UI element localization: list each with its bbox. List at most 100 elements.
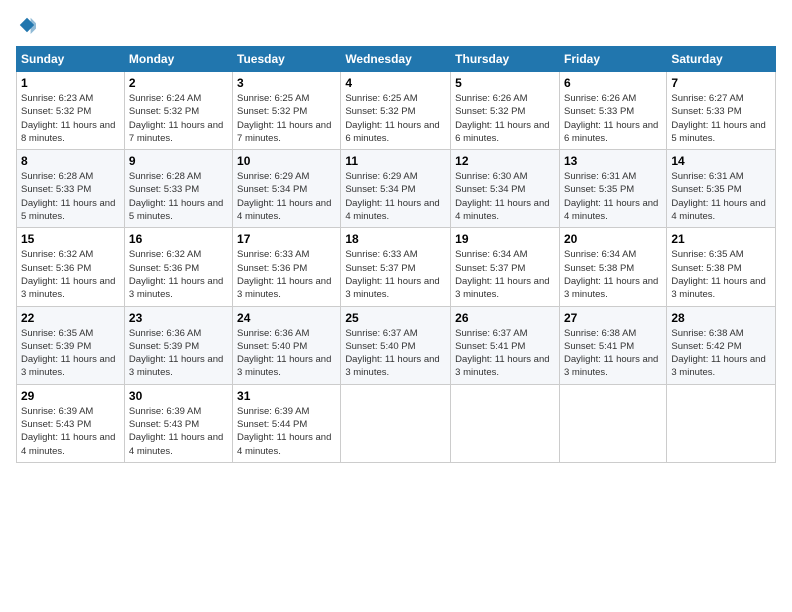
day-detail: Sunrise: 6:39 AM Sunset: 5:43 PM Dayligh… [21, 406, 115, 457]
header-monday: Monday [124, 47, 232, 72]
calendar-cell: 18 Sunrise: 6:33 AM Sunset: 5:37 PM Dayl… [341, 228, 451, 306]
day-number: 24 [237, 311, 336, 325]
day-detail: Sunrise: 6:25 AM Sunset: 5:32 PM Dayligh… [237, 93, 331, 144]
day-detail: Sunrise: 6:29 AM Sunset: 5:34 PM Dayligh… [237, 171, 331, 222]
calendar-cell: 2 Sunrise: 6:24 AM Sunset: 5:32 PM Dayli… [124, 72, 232, 150]
day-number: 29 [21, 389, 120, 403]
day-detail: Sunrise: 6:33 AM Sunset: 5:37 PM Dayligh… [345, 249, 439, 300]
calendar-cell: 20 Sunrise: 6:34 AM Sunset: 5:38 PM Dayl… [559, 228, 666, 306]
day-number: 31 [237, 389, 336, 403]
day-number: 6 [564, 76, 662, 90]
day-number: 7 [671, 76, 771, 90]
calendar-body: 1 Sunrise: 6:23 AM Sunset: 5:32 PM Dayli… [17, 72, 776, 463]
day-detail: Sunrise: 6:27 AM Sunset: 5:33 PM Dayligh… [671, 93, 765, 144]
calendar-cell: 16 Sunrise: 6:32 AM Sunset: 5:36 PM Dayl… [124, 228, 232, 306]
day-detail: Sunrise: 6:34 AM Sunset: 5:38 PM Dayligh… [564, 249, 658, 300]
calendar-cell: 4 Sunrise: 6:25 AM Sunset: 5:32 PM Dayli… [341, 72, 451, 150]
calendar-cell [451, 384, 560, 462]
day-detail: Sunrise: 6:32 AM Sunset: 5:36 PM Dayligh… [21, 249, 115, 300]
day-number: 25 [345, 311, 446, 325]
calendar-cell: 12 Sunrise: 6:30 AM Sunset: 5:34 PM Dayl… [451, 150, 560, 228]
calendar-cell: 17 Sunrise: 6:33 AM Sunset: 5:36 PM Dayl… [233, 228, 341, 306]
day-detail: Sunrise: 6:37 AM Sunset: 5:41 PM Dayligh… [455, 328, 549, 379]
calendar-cell: 8 Sunrise: 6:28 AM Sunset: 5:33 PM Dayli… [17, 150, 125, 228]
page-header [16, 16, 776, 34]
calendar-cell: 26 Sunrise: 6:37 AM Sunset: 5:41 PM Dayl… [451, 306, 560, 384]
day-number: 23 [129, 311, 228, 325]
day-detail: Sunrise: 6:38 AM Sunset: 5:41 PM Dayligh… [564, 328, 658, 379]
day-detail: Sunrise: 6:26 AM Sunset: 5:32 PM Dayligh… [455, 93, 549, 144]
calendar-week-3: 15 Sunrise: 6:32 AM Sunset: 5:36 PM Dayl… [17, 228, 776, 306]
day-detail: Sunrise: 6:36 AM Sunset: 5:40 PM Dayligh… [237, 328, 331, 379]
calendar-cell: 23 Sunrise: 6:36 AM Sunset: 5:39 PM Dayl… [124, 306, 232, 384]
header-thursday: Thursday [451, 47, 560, 72]
day-detail: Sunrise: 6:35 AM Sunset: 5:39 PM Dayligh… [21, 328, 115, 379]
day-number: 26 [455, 311, 555, 325]
calendar-cell [559, 384, 666, 462]
header-sunday: Sunday [17, 47, 125, 72]
logo [16, 16, 36, 34]
calendar-cell: 29 Sunrise: 6:39 AM Sunset: 5:43 PM Dayl… [17, 384, 125, 462]
day-number: 21 [671, 232, 771, 246]
calendar-cell: 27 Sunrise: 6:38 AM Sunset: 5:41 PM Dayl… [559, 306, 666, 384]
day-detail: Sunrise: 6:25 AM Sunset: 5:32 PM Dayligh… [345, 93, 439, 144]
calendar-cell: 28 Sunrise: 6:38 AM Sunset: 5:42 PM Dayl… [667, 306, 776, 384]
day-number: 10 [237, 154, 336, 168]
day-detail: Sunrise: 6:24 AM Sunset: 5:32 PM Dayligh… [129, 93, 223, 144]
calendar-cell: 3 Sunrise: 6:25 AM Sunset: 5:32 PM Dayli… [233, 72, 341, 150]
calendar-cell: 30 Sunrise: 6:39 AM Sunset: 5:43 PM Dayl… [124, 384, 232, 462]
day-detail: Sunrise: 6:36 AM Sunset: 5:39 PM Dayligh… [129, 328, 223, 379]
header-wednesday: Wednesday [341, 47, 451, 72]
day-detail: Sunrise: 6:29 AM Sunset: 5:34 PM Dayligh… [345, 171, 439, 222]
calendar-cell: 22 Sunrise: 6:35 AM Sunset: 5:39 PM Dayl… [17, 306, 125, 384]
day-detail: Sunrise: 6:38 AM Sunset: 5:42 PM Dayligh… [671, 328, 765, 379]
calendar-cell: 13 Sunrise: 6:31 AM Sunset: 5:35 PM Dayl… [559, 150, 666, 228]
day-detail: Sunrise: 6:39 AM Sunset: 5:44 PM Dayligh… [237, 406, 331, 457]
day-number: 16 [129, 232, 228, 246]
day-number: 1 [21, 76, 120, 90]
day-number: 13 [564, 154, 662, 168]
calendar-cell [667, 384, 776, 462]
calendar-cell: 31 Sunrise: 6:39 AM Sunset: 5:44 PM Dayl… [233, 384, 341, 462]
calendar-cell: 11 Sunrise: 6:29 AM Sunset: 5:34 PM Dayl… [341, 150, 451, 228]
calendar-cell: 9 Sunrise: 6:28 AM Sunset: 5:33 PM Dayli… [124, 150, 232, 228]
day-detail: Sunrise: 6:23 AM Sunset: 5:32 PM Dayligh… [21, 93, 115, 144]
calendar-header-row: SundayMondayTuesdayWednesdayThursdayFrid… [17, 47, 776, 72]
calendar-cell: 14 Sunrise: 6:31 AM Sunset: 5:35 PM Dayl… [667, 150, 776, 228]
calendar-cell [341, 384, 451, 462]
day-number: 17 [237, 232, 336, 246]
calendar-cell: 6 Sunrise: 6:26 AM Sunset: 5:33 PM Dayli… [559, 72, 666, 150]
day-detail: Sunrise: 6:30 AM Sunset: 5:34 PM Dayligh… [455, 171, 549, 222]
calendar-cell: 7 Sunrise: 6:27 AM Sunset: 5:33 PM Dayli… [667, 72, 776, 150]
day-number: 9 [129, 154, 228, 168]
header-friday: Friday [559, 47, 666, 72]
day-detail: Sunrise: 6:31 AM Sunset: 5:35 PM Dayligh… [671, 171, 765, 222]
day-number: 27 [564, 311, 662, 325]
day-number: 28 [671, 311, 771, 325]
day-number: 3 [237, 76, 336, 90]
day-detail: Sunrise: 6:33 AM Sunset: 5:36 PM Dayligh… [237, 249, 331, 300]
day-number: 5 [455, 76, 555, 90]
calendar-cell: 19 Sunrise: 6:34 AM Sunset: 5:37 PM Dayl… [451, 228, 560, 306]
calendar-week-1: 1 Sunrise: 6:23 AM Sunset: 5:32 PM Dayli… [17, 72, 776, 150]
day-number: 2 [129, 76, 228, 90]
day-number: 4 [345, 76, 446, 90]
day-detail: Sunrise: 6:37 AM Sunset: 5:40 PM Dayligh… [345, 328, 439, 379]
calendar-cell: 5 Sunrise: 6:26 AM Sunset: 5:32 PM Dayli… [451, 72, 560, 150]
day-number: 12 [455, 154, 555, 168]
calendar-week-4: 22 Sunrise: 6:35 AM Sunset: 5:39 PM Dayl… [17, 306, 776, 384]
calendar-cell: 25 Sunrise: 6:37 AM Sunset: 5:40 PM Dayl… [341, 306, 451, 384]
calendar-cell: 21 Sunrise: 6:35 AM Sunset: 5:38 PM Dayl… [667, 228, 776, 306]
day-number: 11 [345, 154, 446, 168]
day-detail: Sunrise: 6:32 AM Sunset: 5:36 PM Dayligh… [129, 249, 223, 300]
day-detail: Sunrise: 6:26 AM Sunset: 5:33 PM Dayligh… [564, 93, 658, 144]
logo-icon [18, 16, 36, 34]
day-number: 19 [455, 232, 555, 246]
day-detail: Sunrise: 6:39 AM Sunset: 5:43 PM Dayligh… [129, 406, 223, 457]
day-number: 14 [671, 154, 771, 168]
day-detail: Sunrise: 6:35 AM Sunset: 5:38 PM Dayligh… [671, 249, 765, 300]
calendar-cell: 24 Sunrise: 6:36 AM Sunset: 5:40 PM Dayl… [233, 306, 341, 384]
day-number: 20 [564, 232, 662, 246]
day-detail: Sunrise: 6:34 AM Sunset: 5:37 PM Dayligh… [455, 249, 549, 300]
day-detail: Sunrise: 6:28 AM Sunset: 5:33 PM Dayligh… [21, 171, 115, 222]
